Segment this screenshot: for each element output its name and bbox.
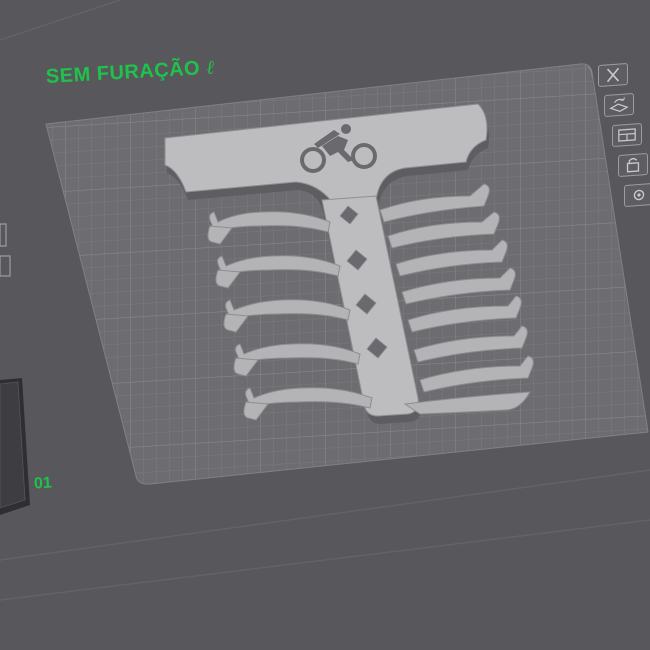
neighbor-plate[interactable] [0, 223, 30, 515]
close-plate-button[interactable] [598, 62, 628, 88]
edit-name-icon[interactable]: ℓ [205, 57, 215, 80]
lock-icon [626, 157, 640, 173]
arrange-button[interactable] [612, 122, 642, 148]
close-icon [606, 67, 620, 83]
auto-orient-button[interactable] [604, 92, 634, 118]
lock-plate-button[interactable] [618, 152, 648, 178]
plate-settings-button[interactable] [624, 182, 650, 208]
neighbor-plate-number: 01 [33, 474, 53, 493]
auto-orient-icon [609, 97, 629, 112]
3d-viewport[interactable] [0, 0, 650, 650]
arrange-icon [618, 128, 636, 142]
settings-icon [633, 189, 645, 201]
